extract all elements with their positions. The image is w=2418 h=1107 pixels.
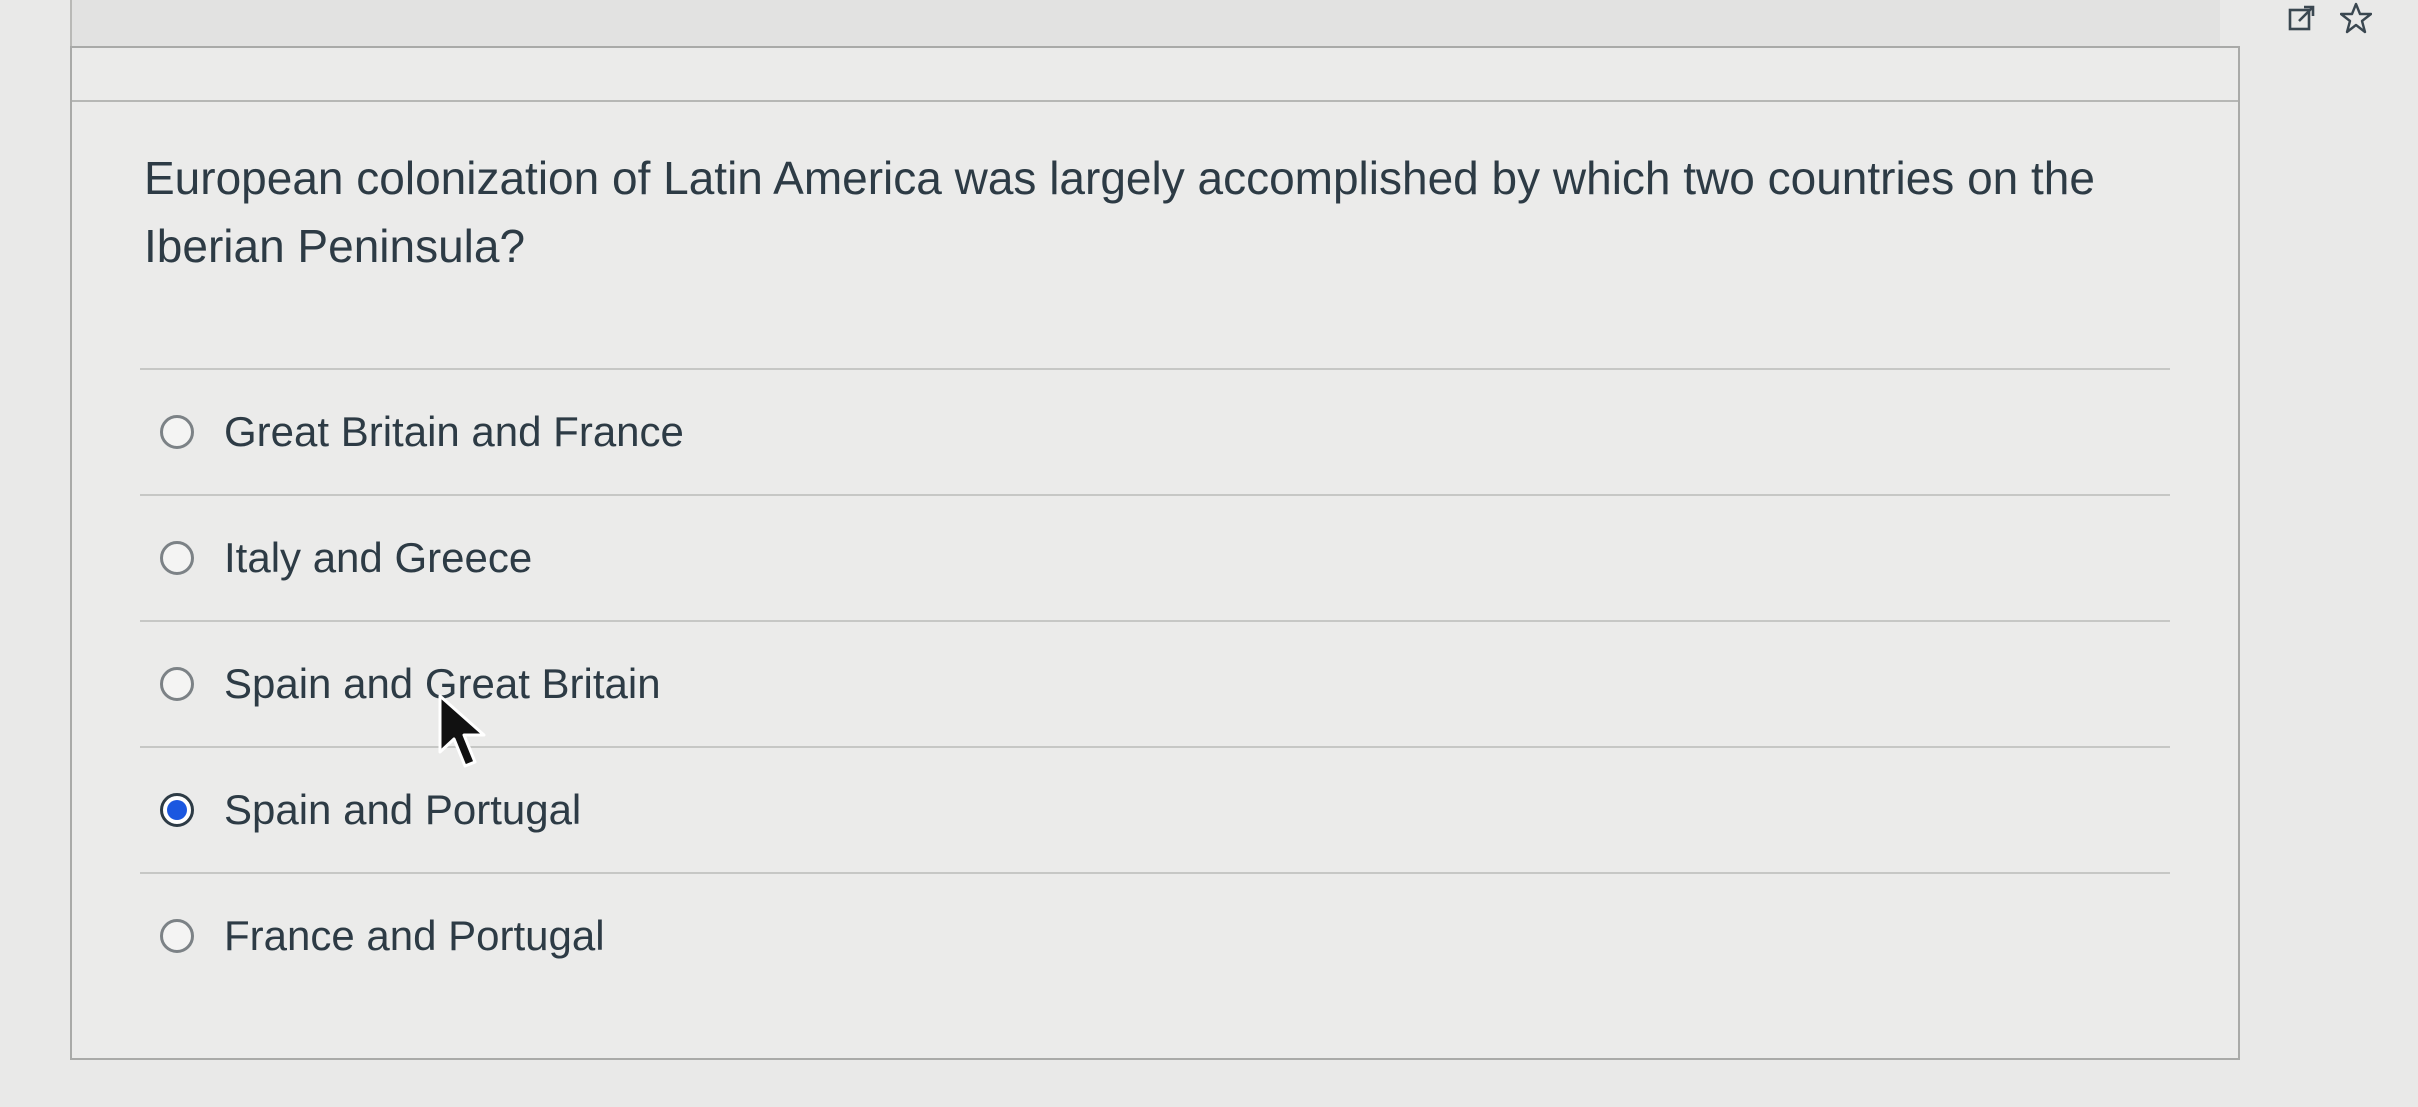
radio-button[interactable]	[160, 667, 194, 701]
answer-label: Great Britain and France	[224, 408, 684, 455]
question-text: European colonization of Latin America w…	[144, 152, 2095, 272]
answer-label: Italy and Greece	[224, 534, 533, 581]
radio-button[interactable]	[160, 415, 194, 449]
answer-label: Spain and Great Britain	[224, 660, 661, 707]
answer-option-italy-and-greece[interactable]: Italy and Greece	[140, 494, 2170, 620]
previous-question-strip	[70, 0, 2220, 48]
radio-button-selected[interactable]	[160, 793, 194, 827]
star-icon[interactable]	[2340, 2, 2372, 34]
strip-edge	[70, 0, 72, 46]
radio-button[interactable]	[160, 541, 194, 575]
answer-option-france-and-portugal[interactable]: France and Portugal	[140, 872, 2170, 998]
answer-option-spain-and-portugal[interactable]: Spain and Portugal	[140, 746, 2170, 872]
question-card: European colonization of Latin America w…	[70, 46, 2240, 1060]
answer-option-great-britain-and-france[interactable]: Great Britain and France	[140, 368, 2170, 494]
answer-option-spain-and-great-britain[interactable]: Spain and Great Britain	[140, 620, 2170, 746]
answer-list: Great Britain and France Italy and Greec…	[140, 368, 2170, 998]
top-toolbar	[2286, 0, 2372, 36]
external-link-icon[interactable]	[2286, 2, 2318, 34]
answer-label: Spain and Portugal	[224, 786, 582, 833]
question-header-divider	[72, 100, 2238, 102]
answer-label: France and Portugal	[224, 912, 605, 959]
radio-button[interactable]	[160, 919, 194, 953]
